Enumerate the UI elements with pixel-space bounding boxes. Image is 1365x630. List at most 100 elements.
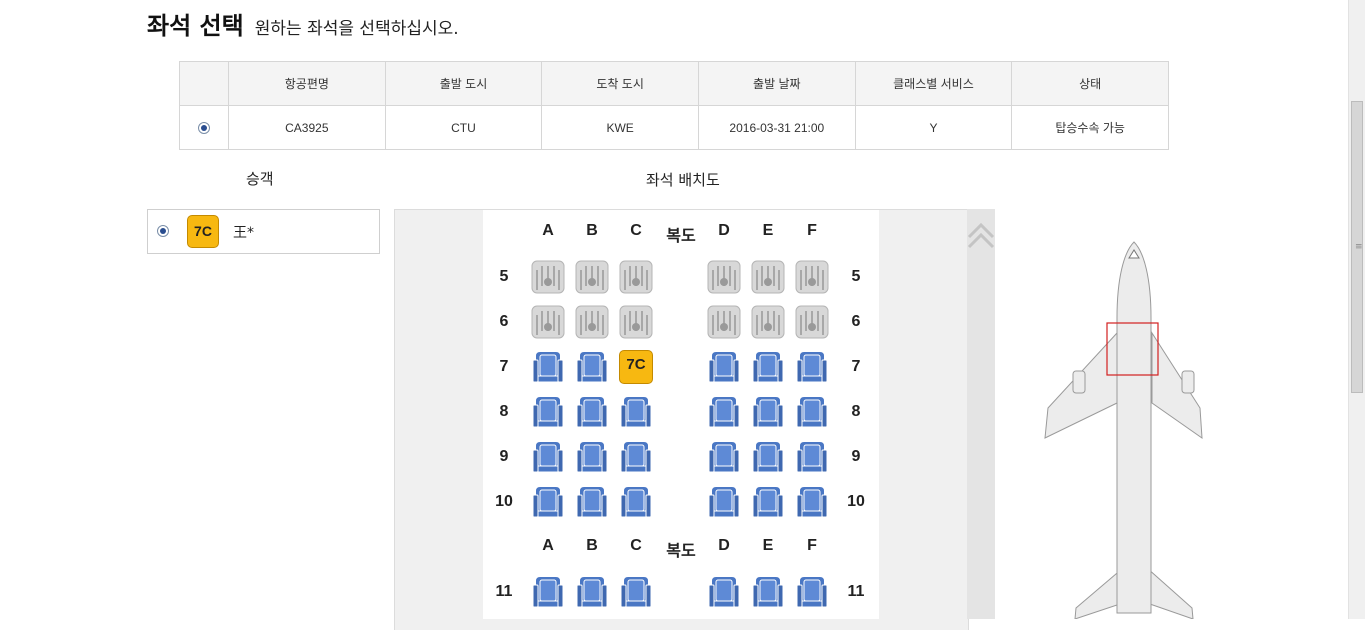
table-row[interactable]: CA3925 CTU KWE 2016-03-31 21:00 Y 탑승수속 가…: [179, 105, 1169, 150]
seat-10f[interactable]: [795, 485, 829, 519]
header-arrival-city: 도착 도시: [541, 61, 699, 106]
seat-10c[interactable]: [619, 485, 653, 519]
flight-table: 항공편명 출발 도시 도착 도시 출발 날짜 클래스별 서비스 상태 CA392…: [179, 61, 1169, 150]
column-header-a: A: [542, 537, 554, 554]
flight-table-header: 항공편명 출발 도시 도착 도시 출발 날짜 클래스별 서비스 상태: [179, 61, 1169, 106]
departure-date: 2016-03-31 21:00: [697, 105, 856, 150]
column-header-e: E: [762, 222, 774, 239]
seat-6e: [751, 305, 785, 339]
row-number-right-9: 9: [851, 448, 861, 465]
seat-8f[interactable]: [795, 395, 829, 429]
seat-7c[interactable]: 7C: [619, 350, 653, 384]
seat-5b: [575, 260, 609, 294]
seat-9c[interactable]: [619, 440, 653, 474]
seat-6d: [707, 305, 741, 339]
seat-8b[interactable]: [575, 395, 609, 429]
seat-5c: [619, 260, 653, 294]
seatmap-section-label: 좌석 배치도: [646, 171, 720, 189]
seatmap-scrollbar[interactable]: [967, 209, 995, 619]
flight-status: 탑승수속 가능: [1011, 105, 1169, 150]
header-class: 클래스별 서비스: [854, 61, 1013, 106]
row-number-left-7: 7: [499, 358, 509, 375]
seat-11f[interactable]: [795, 575, 829, 609]
header-flight: 항공편명: [228, 61, 386, 106]
row-number-left-9: 9: [499, 448, 509, 465]
header-departure-date: 출발 날짜: [697, 61, 856, 106]
row-number-left-8: 8: [499, 403, 509, 420]
passenger-item[interactable]: 7C 王*: [147, 209, 380, 254]
aisle-label: 복도: [666, 228, 696, 245]
column-header-c: C: [630, 537, 642, 554]
seat-5a: [531, 260, 565, 294]
seat-9e[interactable]: [751, 440, 785, 474]
seat-7f[interactable]: [795, 350, 829, 384]
seat-5f: [795, 260, 829, 294]
header-select: [179, 61, 229, 106]
seat-11d[interactable]: [707, 575, 741, 609]
seat-6a: [531, 305, 565, 339]
seat-11b[interactable]: [575, 575, 609, 609]
seat-11e[interactable]: [751, 575, 785, 609]
row-number-right-11: 11: [847, 583, 865, 600]
passenger-name: 王*: [233, 225, 254, 241]
column-header-b: B: [586, 537, 598, 554]
row-number-right-5: 5: [851, 268, 861, 285]
column-header-b: B: [586, 222, 598, 239]
scroll-up-icon[interactable]: [967, 215, 995, 255]
seat-9a[interactable]: [531, 440, 565, 474]
passenger-radio[interactable]: [157, 225, 169, 237]
aircraft-minimap-icon[interactable]: [1040, 238, 1205, 619]
seat-11c[interactable]: [619, 575, 653, 609]
window-scrollbar[interactable]: ≡: [1348, 0, 1365, 619]
seat-7e[interactable]: [751, 350, 785, 384]
column-header-a: A: [542, 222, 554, 239]
passenger-section-label: 승객: [246, 170, 274, 188]
aisle-label: 복도: [666, 543, 696, 560]
row-number-right-7: 7: [851, 358, 861, 375]
flight-select-cell[interactable]: [179, 105, 229, 150]
header-status: 상태: [1011, 61, 1169, 106]
page-header: 좌석 선택 원하는 좌석을 선택하십시오.: [147, 6, 459, 41]
column-header-e: E: [762, 537, 774, 554]
seat-9d[interactable]: [707, 440, 741, 474]
seat-6f: [795, 305, 829, 339]
column-header-f: F: [807, 222, 817, 239]
row-number-left-11: 11: [495, 583, 513, 600]
seat-8d[interactable]: [707, 395, 741, 429]
flight-number: CA3925: [228, 105, 386, 150]
page-title: 좌석 선택: [147, 12, 244, 40]
row-number-left-10: 10: [495, 493, 513, 510]
seat-10a[interactable]: [531, 485, 565, 519]
seat-10d[interactable]: [707, 485, 741, 519]
seat-9f[interactable]: [795, 440, 829, 474]
seat-7a[interactable]: [531, 350, 565, 384]
arrival-city: KWE: [541, 105, 699, 150]
flight-radio[interactable]: [198, 122, 210, 135]
seat-5d: [707, 260, 741, 294]
row-number-right-6: 6: [851, 313, 861, 330]
column-header-c: C: [630, 222, 642, 239]
seat-7d[interactable]: [707, 350, 741, 384]
passenger-seat-badge: 7C: [187, 215, 219, 248]
seat-8c[interactable]: [619, 395, 653, 429]
seat-6b: [575, 305, 609, 339]
seat-10e[interactable]: [751, 485, 785, 519]
row-number-left-6: 6: [499, 313, 509, 330]
column-header-d: D: [718, 222, 730, 239]
row-number-right-10: 10: [847, 493, 865, 510]
seat-5e: [751, 260, 785, 294]
seat-7b[interactable]: [575, 350, 609, 384]
seat-8e[interactable]: [751, 395, 785, 429]
page-subtitle: 원하는 좌석을 선택하십시오.: [254, 19, 459, 39]
seat-9b[interactable]: [575, 440, 609, 474]
seat-8a[interactable]: [531, 395, 565, 429]
column-header-f: F: [807, 537, 817, 554]
header-departure-city: 출발 도시: [384, 61, 543, 106]
class-service: Y: [854, 105, 1013, 150]
window-scrollbar-thumb[interactable]: ≡: [1351, 101, 1363, 393]
seat-10b[interactable]: [575, 485, 609, 519]
seat-11a[interactable]: [531, 575, 565, 609]
column-header-d: D: [718, 537, 730, 554]
seat-6c: [619, 305, 653, 339]
row-number-left-5: 5: [499, 268, 509, 285]
